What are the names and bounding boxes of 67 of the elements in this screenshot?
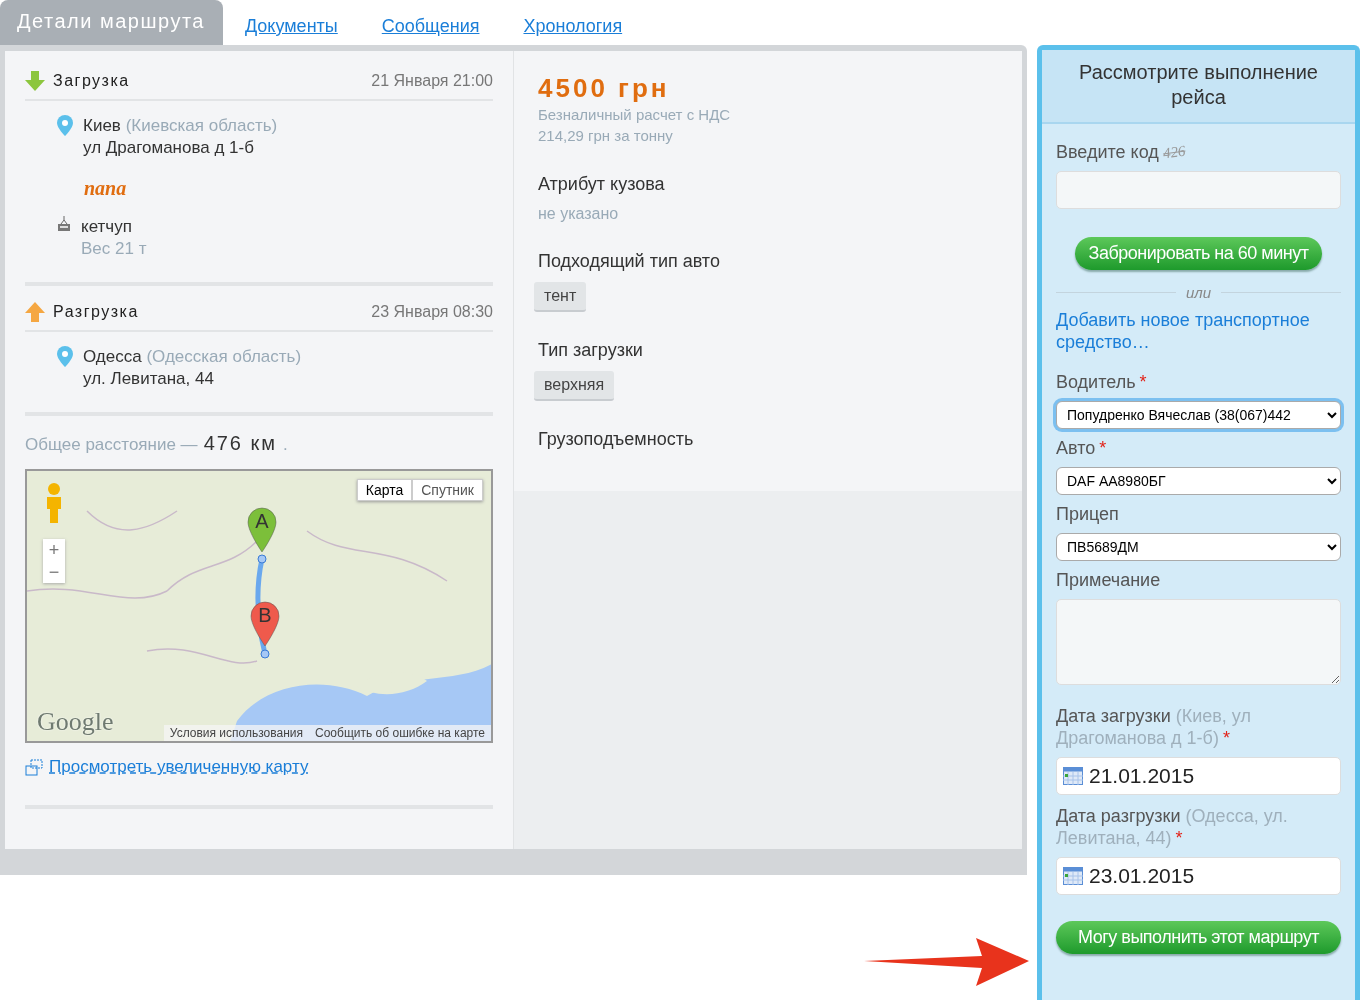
enlarge-map-icon xyxy=(25,758,43,776)
location-pin-icon xyxy=(57,346,73,367)
city-name: Киев xyxy=(83,116,121,135)
tag: верхняя xyxy=(534,371,615,401)
field-label: Прицеп xyxy=(1056,503,1120,525)
date-field[interactable]: 21.01.2015 xyxy=(1056,757,1341,795)
map-link[interactable]: Сообщить об ошибке на карте xyxy=(309,725,491,741)
stop-title: Разгрузка xyxy=(53,303,140,321)
city-name: Одесса xyxy=(83,347,142,366)
zoom-in-button[interactable]: + xyxy=(43,539,65,561)
attribute-label: Тип загрузки xyxy=(538,340,644,361)
calendar-icon xyxy=(1063,767,1083,785)
map-marker[interactable]: B xyxy=(250,601,280,647)
field-label: Дата загрузки (Киев, ул Драгоманова д 1-б) * xyxy=(1056,705,1252,749)
separator-text: или xyxy=(1185,284,1212,301)
map-type-button[interactable]: Спутник xyxy=(412,479,483,501)
distance-value: 476 км xyxy=(203,432,278,455)
field-label: Дата разгрузки (Одесса, ул. Левитана, 44) * xyxy=(1056,805,1289,849)
tag: тент xyxy=(534,282,587,312)
region-name: (Одесская область) xyxy=(146,347,302,366)
cargo-weight: Вес 21 т xyxy=(81,238,147,260)
date-input[interactable]: 23.01.2015 xyxy=(1089,864,1289,888)
region-name: (Киевская область) xyxy=(125,116,278,135)
attribute-label: Грузоподъемность xyxy=(538,429,695,450)
down-arrow-icon xyxy=(25,71,45,91)
code-input[interactable] xyxy=(1056,171,1341,209)
captcha-image: 426 xyxy=(1161,142,1187,163)
up-arrow-icon xyxy=(25,302,45,322)
attribute-value: не указано xyxy=(538,205,620,223)
panel-title: Рассмотрите выполнение рейса xyxy=(1042,50,1355,124)
map-link[interactable]: Условия использования xyxy=(163,725,310,741)
tab[interactable]: Документы xyxy=(222,6,360,45)
payment-type: Безналичный расчет с НДС xyxy=(538,105,732,125)
field-label: Авто * xyxy=(1056,437,1108,459)
street-address: ул Драгоманова д 1-б xyxy=(83,137,255,159)
field-label: Введите код xyxy=(1056,142,1159,163)
date-field[interactable]: 23.01.2015 xyxy=(1056,857,1341,895)
calendar-icon xyxy=(1063,867,1083,885)
price: 4500 грн xyxy=(538,73,671,104)
period-text: . xyxy=(283,435,288,455)
price-per-ton: 214,29 грн за тонну xyxy=(538,126,674,146)
note-text: папа xyxy=(84,177,128,200)
enlarge-map-link[interactable]: Просмотреть увеличенную карту xyxy=(49,757,309,777)
attribute-label: Подходящий тип авто xyxy=(538,251,721,272)
map-marker[interactable]: A xyxy=(247,507,277,553)
dropdown[interactable]: ПВ5689ДМ xyxy=(1056,533,1341,561)
zoom-out-button[interactable]: − xyxy=(43,561,65,583)
dropdown[interactable]: Попудренко Вячеслав (38(067)442 xyxy=(1056,401,1341,429)
tab[interactable]: Сообщения xyxy=(359,6,502,45)
date-input[interactable]: 21.01.2015 xyxy=(1089,764,1289,788)
attribute-label: Атрибут кузова xyxy=(538,174,666,195)
map-type-button[interactable]: Карта xyxy=(356,479,413,501)
tab[interactable]: Хронология xyxy=(501,6,645,45)
stop-datetime: 23 Января 08:30 xyxy=(371,303,493,321)
stop-datetime: 21 Января 21:00 xyxy=(371,72,493,90)
cargo-icon xyxy=(57,216,71,231)
field-label: Примечание xyxy=(1056,569,1162,591)
distance-label: Общее расстояние — xyxy=(25,435,198,455)
note-textarea[interactable] xyxy=(1056,599,1341,685)
street-address: ул. Левитана, 44 xyxy=(83,368,215,390)
map-logo: Google xyxy=(37,707,114,737)
map[interactable]: + − Карта Спутник A B Google Условия использования Сообщить об ошибке на карте xyxy=(25,469,493,743)
location-pin-icon xyxy=(57,115,73,136)
dropdown[interactable]: DAF АА8980БГ xyxy=(1056,467,1341,495)
field-label: Водитель * xyxy=(1056,371,1148,393)
cargo-name: кетчуп xyxy=(81,216,133,238)
stop-title: Загрузка xyxy=(53,72,131,90)
